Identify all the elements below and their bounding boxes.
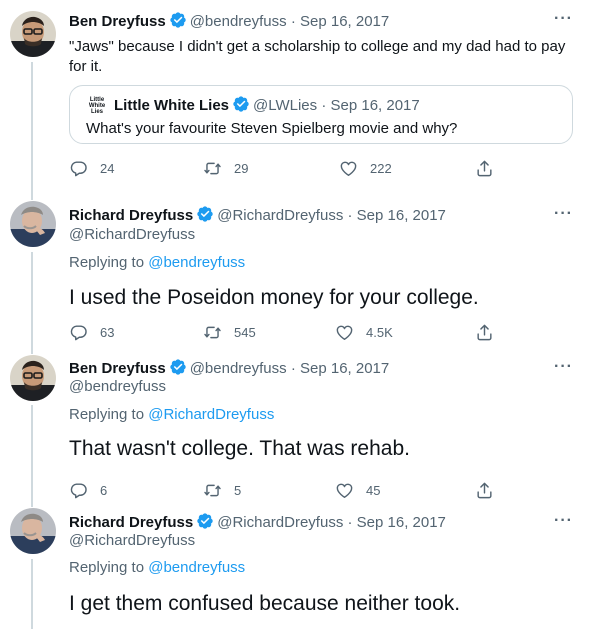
reply-icon <box>69 159 88 178</box>
tweet-header: Ben Dreyfuss @bendreyfuss · Sep 16, 2017 <box>69 11 389 34</box>
reply-button[interactable]: 24 <box>69 158 114 178</box>
verified-badge-icon <box>169 358 187 381</box>
tweet-actions: 63 545 4.5K <box>69 322 509 342</box>
separator-dot: · <box>347 514 353 531</box>
retweet-icon <box>203 481 222 500</box>
avatar-richard-dreyfuss[interactable] <box>10 508 56 554</box>
tweet-text: That wasn't college. That was rehab. <box>69 437 410 460</box>
verified-badge-icon <box>232 95 250 118</box>
share-icon <box>475 481 494 500</box>
lwl-logo-icon: Little White Lies <box>88 97 106 115</box>
tweet-text: I used the Poseidon money for your colle… <box>69 286 479 309</box>
tweet-richard-poseidon[interactable]: Richard Dreyfuss @RichardDreyfuss · Sep 1… <box>0 195 595 350</box>
tweet-header: Richard Dreyfuss @RichardDreyfuss · Sep 1… <box>69 205 446 228</box>
author-name[interactable]: Richard Dreyfuss <box>69 514 193 531</box>
reply-count: 6 <box>100 482 108 498</box>
author-handle-line[interactable]: @bendreyfuss <box>69 378 166 396</box>
separator-dot: · <box>347 207 353 224</box>
quoted-tweet-date: Sep 16, 2017 <box>330 97 420 114</box>
tweet-actions: 6 5 45 <box>69 480 509 500</box>
like-button[interactable]: 222 <box>339 158 392 178</box>
author-name[interactable]: Ben Dreyfuss <box>69 360 166 377</box>
tweet-date[interactable]: Sep 16, 2017 <box>357 207 446 224</box>
share-button[interactable] <box>475 322 494 342</box>
heart-icon <box>339 159 358 178</box>
replying-to-line: Replying to @RichardDreyfuss <box>69 406 274 424</box>
tweet-text: "Jaws" because I didn't get a scholarshi… <box>69 38 566 75</box>
author-handle-line[interactable]: @RichardDreyfuss <box>69 226 195 244</box>
quoted-tweet[interactable]: Little White Lies Little White Lies @LWLies … <box>69 85 573 144</box>
like-button[interactable]: 4.5K <box>335 322 393 342</box>
tweet-date[interactable]: Sep 16, 2017 <box>300 360 389 377</box>
tweet-richard-confused[interactable]: Richard Dreyfuss @RichardDreyfuss · Sep 1… <box>0 503 595 629</box>
author-name[interactable]: Ben Dreyfuss <box>69 13 166 30</box>
verified-badge-icon <box>196 512 214 535</box>
replying-to-label: Replying to <box>69 559 149 576</box>
share-icon <box>475 323 494 342</box>
heart-icon <box>335 481 354 500</box>
quoted-tweet-text: What's your favourite Steven Spielberg m… <box>86 120 458 137</box>
retweet-count: 29 <box>234 160 249 176</box>
avatar-ben-dreyfuss[interactable] <box>10 355 56 401</box>
verified-badge-icon <box>196 205 214 228</box>
reply-count: 63 <box>100 324 115 340</box>
replying-to-line: Replying to @bendreyfuss <box>69 254 245 272</box>
more-options-icon[interactable]: ··· <box>554 205 573 223</box>
like-count: 222 <box>370 160 392 176</box>
tweet-date[interactable]: Sep 16, 2017 <box>357 514 446 531</box>
separator-dot: · <box>290 360 296 377</box>
retweet-icon <box>203 159 222 178</box>
quoted-tweet-header: Little White Lies Little White Lies @LWLies … <box>86 95 420 118</box>
tweet-ben-jaws[interactable]: Ben Dreyfuss @bendreyfuss · Sep 16, 2017 … <box>0 0 595 195</box>
avatar-richard-dreyfuss[interactable] <box>10 201 56 247</box>
tweet-actions: 24 29 222 <box>69 158 509 178</box>
tweet-ben-rehab[interactable]: Ben Dreyfuss @bendreyfuss · Sep 16, 2017 … <box>0 350 595 503</box>
tweet-text: I get them confused because neither took… <box>69 592 461 615</box>
reply-icon <box>69 481 88 500</box>
author-name[interactable]: Richard Dreyfuss <box>69 207 193 224</box>
quoted-author-name: Little White Lies <box>114 97 230 114</box>
like-count: 45 <box>366 482 381 498</box>
retweet-button[interactable]: 29 <box>203 158 248 178</box>
retweet-icon <box>203 323 222 342</box>
like-count: 4.5K <box>366 324 393 340</box>
author-handle[interactable]: @RichardDreyfuss <box>217 514 343 531</box>
reply-icon <box>69 323 88 342</box>
replying-to-label: Replying to <box>69 254 149 271</box>
tweet-date[interactable]: Sep 16, 2017 <box>300 13 389 30</box>
more-options-icon[interactable]: ··· <box>554 358 573 376</box>
heart-icon <box>335 323 354 342</box>
avatar-ben-dreyfuss[interactable] <box>10 11 56 57</box>
like-button[interactable]: 45 <box>335 480 380 500</box>
share-icon <box>475 159 494 178</box>
reply-button[interactable]: 6 <box>69 480 107 500</box>
author-handle[interactable]: @RichardDreyfuss <box>217 207 343 224</box>
retweet-button[interactable]: 545 <box>203 322 256 342</box>
replying-to-mention[interactable]: @bendreyfuss <box>148 254 245 271</box>
more-options-icon[interactable]: ··· <box>554 10 573 28</box>
replying-to-mention[interactable]: @RichardDreyfuss <box>148 406 274 423</box>
author-handle-line[interactable]: @RichardDreyfuss <box>69 532 195 550</box>
retweet-count: 5 <box>234 482 242 498</box>
retweet-button[interactable]: 5 <box>203 480 241 500</box>
replying-to-line: Replying to @bendreyfuss <box>69 559 245 577</box>
share-button[interactable] <box>475 158 494 178</box>
more-options-icon[interactable]: ··· <box>554 512 573 530</box>
reply-count: 24 <box>100 160 115 176</box>
quoted-author-handle: @LWLies <box>253 97 318 114</box>
replying-to-mention[interactable]: @bendreyfuss <box>148 559 245 576</box>
retweet-count: 545 <box>234 324 256 340</box>
author-handle[interactable]: @bendreyfuss <box>190 360 287 377</box>
replying-to-label: Replying to <box>69 406 149 423</box>
verified-badge-icon <box>169 11 187 34</box>
separator-dot: · <box>321 97 327 114</box>
author-handle[interactable]: @bendreyfuss <box>190 13 287 30</box>
separator-dot: · <box>290 13 296 30</box>
share-button[interactable] <box>475 480 494 500</box>
reply-button[interactable]: 63 <box>69 322 114 342</box>
